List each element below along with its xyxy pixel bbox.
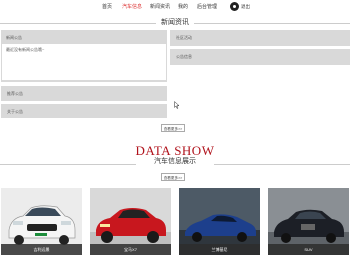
cars-more-button[interactable]: 查看更多>> (161, 173, 185, 181)
mouse-cursor-icon (174, 101, 180, 109)
car-name: 宝马X7 (90, 244, 171, 255)
news-item-label: 公告信息 (176, 54, 192, 59)
nav-item-home[interactable]: 首页 (102, 3, 112, 10)
news-announcement-text: 最近没有新闻公告哦~ (6, 47, 45, 52)
top-nav: 首页 汽车信息 新闻资讯 我的 后台管理 退出 (0, 0, 350, 14)
car-name: 吉利远景 (1, 244, 82, 255)
news-item-label: 社区活动 (176, 35, 192, 40)
news-more-button[interactable]: 查看更多>> (161, 124, 185, 132)
divider-right (214, 164, 350, 165)
news-item-label: 关于公告 (7, 109, 23, 114)
car-card[interactable]: 兰博基尼 (179, 188, 260, 255)
news-announcement-label: 新闻公告 (6, 35, 22, 40)
news-item[interactable]: 关于公告 (1, 104, 167, 118)
nav-item-admin[interactable]: 后台管理 (197, 3, 217, 10)
news-item[interactable]: 社区活动 (170, 30, 350, 46)
nav-item-news[interactable]: 新闻资讯 (150, 3, 170, 10)
avatar-icon[interactable] (230, 2, 239, 11)
car-name: 兰博基尼 (179, 244, 260, 255)
news-item[interactable]: 推荐公告 (1, 86, 167, 101)
news-section-title: 新闻资讯 (161, 19, 189, 26)
nav-item-mine[interactable]: 我的 (178, 3, 188, 10)
nav-item-cars[interactable]: 汽车信息 (122, 3, 142, 10)
news-item-label: 推荐公告 (7, 91, 23, 96)
car-name: SUV (268, 244, 349, 255)
logout-link[interactable]: 退出 (241, 4, 250, 10)
divider-right (194, 23, 350, 24)
news-announcement-body: 最近没有新闻公告哦~ (2, 44, 166, 80)
news-item[interactable]: 公告信息 (170, 49, 350, 65)
news-announcement-panel[interactable]: 新闻公告 最近没有新闻公告哦~ (1, 30, 167, 82)
car-card[interactable]: 宝马X7 (90, 188, 171, 255)
car-card[interactable]: 吉利远景 (1, 188, 82, 255)
car-card[interactable]: SUV (268, 188, 349, 255)
